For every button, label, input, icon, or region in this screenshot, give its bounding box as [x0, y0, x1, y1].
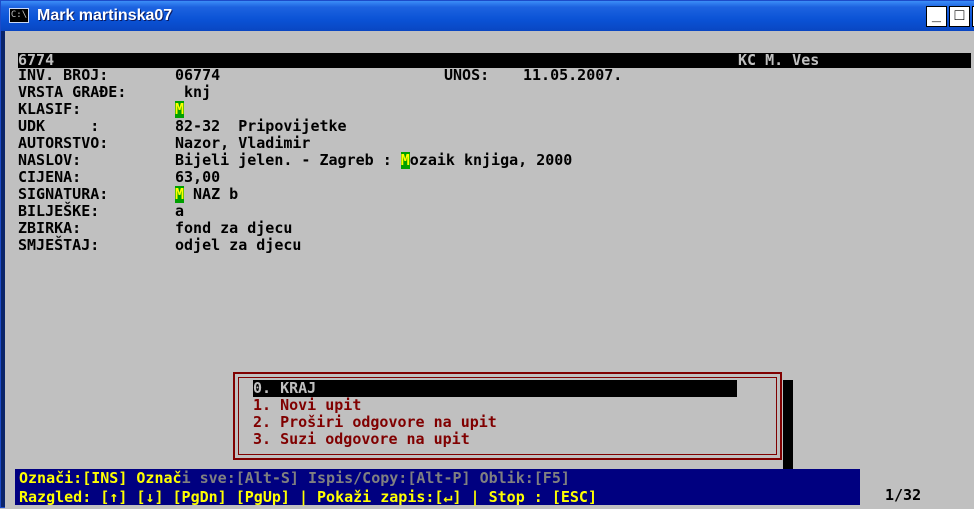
maximize-button[interactable]: □: [949, 6, 970, 27]
biljeske-row: BILJEŠKE: a: [18, 202, 184, 220]
udk-value: 82-32 Pripovijetke: [175, 117, 347, 135]
query-menu: 0. KRAJ 1. Novi upit 2. Proširi odgovore…: [233, 372, 782, 460]
console-window: C:\ Mark martinska07 _ □ 6774 KČ M. Ves …: [0, 0, 974, 509]
inv-row: INV. BROJ: 06774 UNOS: 11.05.2007.: [18, 66, 622, 84]
smjestaj-row: SMJEŠTAJ: odjel za djecu: [18, 236, 301, 254]
unos-value: 11.05.2007.: [523, 66, 623, 84]
klasif-row: KLASIF: M: [18, 100, 184, 118]
udk-row: UDK : 82-32 Pripovijetke: [18, 117, 347, 135]
console-area[interactable]: 6774 KČ M. Ves INV. BROJ: 06774 UNOS: 11.05…: [5, 31, 974, 509]
klasif-label: KLASIF:: [18, 100, 82, 118]
record-header-bar: [18, 53, 971, 68]
page-counter: 1/32: [885, 486, 922, 504]
status-oznaci-sve: i sve:[Alt-S] Ispis/Copy:[Alt-P] Oblik:[…: [181, 469, 570, 487]
status-oznaci: Označi:[INS] Označ: [19, 469, 182, 487]
status-bar-nav: Razgled: [↑] [↓] [PgDn] [PgUp] | Pokaži …: [15, 488, 860, 506]
udk-label: UDK :: [18, 117, 100, 135]
signatura-text: NAZ b: [184, 185, 239, 203]
minimize-button[interactable]: _: [926, 6, 947, 27]
vrsta-label: VRSTA GRAĐE:: [18, 83, 127, 101]
status-bar-keys: Označi:[INS] Označi sve:[Alt-S] Ispis/Co…: [15, 469, 860, 488]
menu-item-novi-upit[interactable]: 1. Novi upit: [253, 397, 361, 414]
autorstvo-value: Nazor, Vladimir: [175, 134, 311, 152]
smjestaj-value: odjel za djecu: [175, 236, 302, 254]
signatura-label: SIGNATURA:: [18, 185, 109, 203]
vrsta-row: VRSTA GRAĐE: knj: [18, 83, 211, 101]
signatura-marker: M: [175, 185, 185, 203]
autorstvo-label: AUTORSTVO:: [18, 134, 109, 152]
biljeske-value: a: [175, 202, 185, 220]
zbirka-value: fond za djecu: [175, 219, 293, 237]
naslov-marker: M: [400, 151, 410, 169]
signatura-value: M NAZ b: [175, 186, 238, 203]
vrsta-value: knj: [184, 83, 212, 101]
unos-label: UNOS:: [444, 66, 490, 84]
zbirka-label: ZBIRKA:: [18, 219, 82, 237]
menu-item-kraj[interactable]: 0. KRAJ: [253, 380, 737, 397]
signatura-row: SIGNATURA: M NAZ b: [18, 185, 238, 203]
smjestaj-label: SMJEŠTAJ:: [18, 236, 100, 254]
naslov-text-pre: Bijeli jelen. - Zagreb :: [175, 151, 401, 169]
naslov-label: NASLOV:: [18, 151, 82, 169]
status-line-2: Razgled: [↑] [↓] [PgDn] [PgUp] | Pokaži …: [19, 488, 597, 506]
naslov-row: NASLOV: Bijeli jelen. - Zagreb : Mozaik k…: [18, 151, 572, 169]
zbirka-row: ZBIRKA: fond za djecu: [18, 219, 292, 237]
status-line-1: Označi:[INS] Označi sve:[Alt-S] Ispis/Co…: [19, 469, 570, 487]
inv-label: INV. BROJ:: [18, 66, 109, 84]
console-icon[interactable]: C:\: [9, 8, 29, 23]
inv-value: 06774: [175, 66, 221, 84]
window-title: Mark martinska07: [37, 7, 173, 24]
klasif-marker: M: [175, 100, 185, 118]
biljeske-label: BILJEŠKE:: [18, 202, 100, 220]
autorstvo-row: AUTORSTVO: Nazor, Vladimir: [18, 134, 310, 152]
naslov-value: Bijeli jelen. - Zagreb : Mozaik knjiga, …: [175, 152, 572, 169]
cijena-label: CIJENA:: [18, 168, 82, 186]
library-name: KČ M. Ves: [738, 51, 820, 69]
menu-item-suzi[interactable]: 3. Suzi odgovore na upit: [253, 431, 470, 448]
cijena-value: 63,00: [175, 168, 221, 186]
title-bar[interactable]: C:\ Mark martinska07 _ □: [1, 1, 974, 31]
menu-shadow: [783, 380, 793, 472]
menu-item-prosiri[interactable]: 2. Proširi odgovore na upit: [253, 414, 497, 431]
naslov-text-post: ozaik knjiga, 2000: [409, 151, 573, 169]
cijena-row: CIJENA: 63,00: [18, 168, 220, 186]
